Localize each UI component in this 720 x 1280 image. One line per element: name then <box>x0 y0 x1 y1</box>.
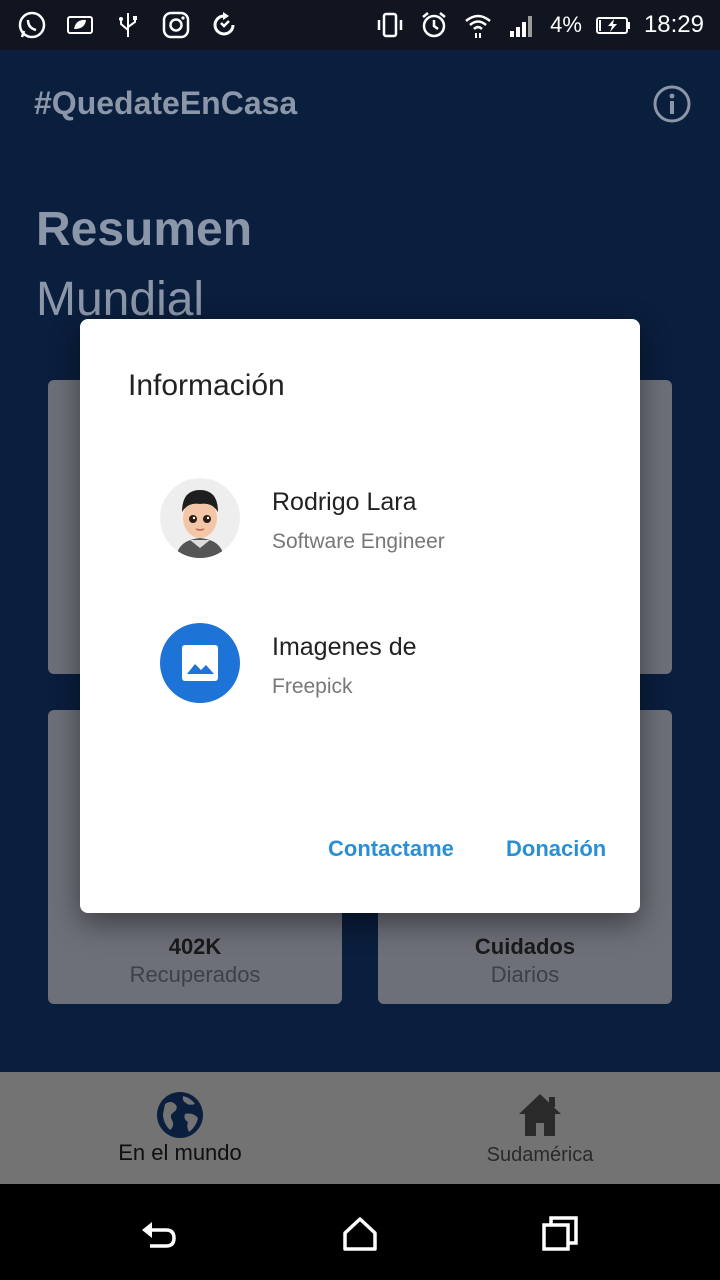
list-item-author[interactable]: Rodrigo Lara Software Engineer <box>160 478 600 558</box>
images-credit-source: Freepick <box>272 675 353 698</box>
donate-button[interactable]: Donación <box>506 836 606 862</box>
home-outline-icon <box>343 1217 377 1251</box>
list-item-images[interactable]: Imagenes de Freepick <box>160 623 600 703</box>
recents-button[interactable] <box>538 1212 582 1256</box>
image-icon <box>160 623 240 703</box>
system-navigation-bar <box>0 1184 720 1280</box>
images-credit-title: Imagenes de <box>272 633 417 661</box>
info-dialog: Información Rodrigo Lara Software Engine… <box>80 319 640 913</box>
back-button[interactable] <box>138 1212 182 1256</box>
author-name: Rodrigo Lara <box>272 488 417 516</box>
dialog-title: Información <box>128 369 285 402</box>
back-icon <box>142 1222 176 1248</box>
home-button[interactable] <box>338 1212 382 1256</box>
author-role: Software Engineer <box>272 530 445 553</box>
contact-button[interactable]: Contactame <box>328 836 454 862</box>
avatar <box>160 478 240 558</box>
recents-icon <box>542 1216 578 1251</box>
